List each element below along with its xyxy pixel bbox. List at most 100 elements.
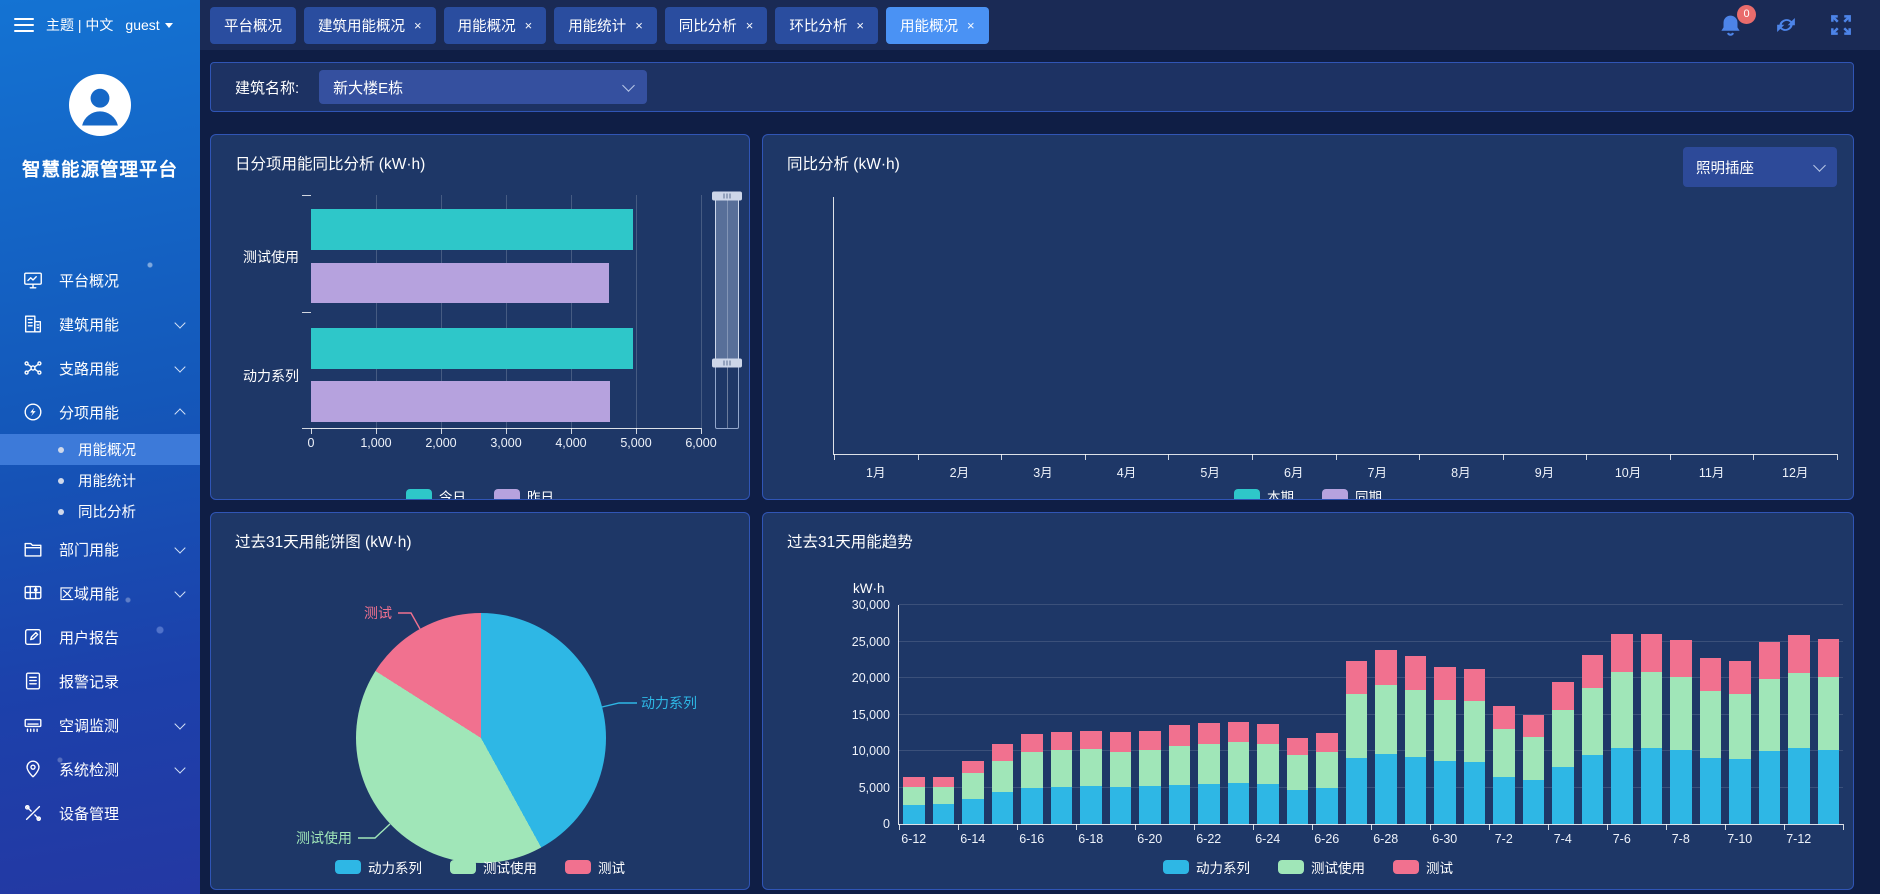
sidebar-item-部门用能[interactable]: 部门用能 — [0, 527, 200, 571]
trend-bar-25[interactable] — [1611, 605, 1633, 824]
user-menu[interactable]: guest — [125, 17, 172, 33]
category-select[interactable]: 照明插座 — [1683, 147, 1837, 187]
sidebar-item-用户报告[interactable]: 用户报告 — [0, 615, 200, 659]
x-axis-tick — [1503, 454, 1504, 460]
building-select[interactable]: 新大楼E栋 — [319, 70, 647, 104]
legend-item-测试使用[interactable]: 测试使用 — [1278, 857, 1365, 877]
trend-bar-7[interactable] — [1080, 605, 1102, 824]
tab-close-icon[interactable]: × — [525, 18, 533, 33]
tab-close-icon[interactable]: × — [414, 18, 422, 33]
datazoom-selection[interactable] — [715, 196, 739, 365]
avatar[interactable] — [69, 74, 131, 136]
legend-item-测试[interactable]: 测试 — [565, 857, 625, 877]
sidebar-item-系统检测[interactable]: 系统检测 — [0, 747, 200, 791]
legend-item-动力系列[interactable]: 动力系列 — [1163, 857, 1250, 877]
legend-item-昨日[interactable]: 昨日 — [494, 486, 554, 500]
trend-plot[interactable]: 05,00010,00015,00020,00025,00030,0006-12… — [898, 605, 1843, 825]
sidebar-item-报警记录[interactable]: 报警记录 — [0, 659, 200, 703]
trend-bar-23[interactable] — [1552, 605, 1574, 824]
legend-item-动力系列[interactable]: 动力系列 — [335, 857, 422, 877]
pie-chart[interactable] — [356, 613, 606, 863]
trend-bar-6[interactable] — [1051, 605, 1073, 824]
trend-bar-30[interactable] — [1759, 605, 1781, 824]
trend-segment-动力系列 — [1110, 787, 1132, 824]
daily-bar-昨日-动力系列[interactable] — [311, 381, 610, 422]
trend-bar-24[interactable] — [1582, 605, 1604, 824]
x-axis-tick-label: 7-10 — [1727, 832, 1752, 846]
trend-bar-2[interactable] — [933, 605, 955, 824]
trend-segment-动力系列 — [1582, 755, 1604, 824]
x-axis-tick — [1135, 824, 1136, 830]
sidebar-item-建筑用能[interactable]: 建筑用能 — [0, 302, 200, 346]
tab-6-环比分析[interactable]: 环比分析 × — [775, 7, 878, 44]
trend-bar-29[interactable] — [1729, 605, 1751, 824]
trend-bar-26[interactable] — [1641, 605, 1663, 824]
trend-bar-4[interactable] — [992, 605, 1014, 824]
sidebar-item-分项用能[interactable]: 分项用能 — [0, 390, 200, 434]
legend-item-同期[interactable]: 同期 — [1322, 486, 1382, 500]
notification-bell-icon[interactable]: 0 — [1717, 12, 1744, 39]
trend-bar-15[interactable] — [1316, 605, 1338, 824]
sidebar-subitem-用能概况[interactable]: 用能概况 — [0, 434, 200, 465]
tab-3-用能概况[interactable]: 用能概况× — [444, 7, 547, 44]
trend-bar-20[interactable] — [1464, 605, 1486, 824]
trend-bar-21[interactable] — [1493, 605, 1515, 824]
trend-bar-22[interactable] — [1523, 605, 1545, 824]
daily-bar-今日-动力系列[interactable] — [311, 328, 633, 369]
theme-language-switch[interactable]: 主题 | 中文 — [46, 15, 113, 35]
datazoom-handle-top[interactable] — [712, 192, 742, 201]
trend-bar-16[interactable] — [1346, 605, 1368, 824]
trend-bar-1[interactable] — [903, 605, 925, 824]
trend-bar-10[interactable] — [1169, 605, 1191, 824]
tab-label: 环比分析 — [789, 15, 847, 36]
legend-item-今日[interactable]: 今日 — [406, 486, 466, 500]
trend-bar-8[interactable] — [1110, 605, 1132, 824]
sidebar-item-设备管理[interactable]: 设备管理 — [0, 791, 200, 835]
sidebar-item-平台概况[interactable]: 平台概况 — [0, 258, 200, 302]
trend-bar-14[interactable] — [1287, 605, 1309, 824]
yoy-plot[interactable]: 1月2月3月4月5月6月7月8月9月10月11月12月 — [833, 197, 1837, 455]
trend-bar-5[interactable] — [1021, 605, 1043, 824]
trend-bar-3[interactable] — [962, 605, 984, 824]
datazoom-slider[interactable] — [715, 195, 739, 429]
panel-yoy-title: 同比分析 (kW·h) — [787, 152, 900, 174]
legend-item-测试使用[interactable]: 测试使用 — [450, 857, 537, 877]
trend-bar-11[interactable] — [1198, 605, 1220, 824]
datazoom-handle-bottom[interactable] — [712, 359, 742, 368]
tab-4-用能统计[interactable]: 用能统计× — [554, 7, 657, 44]
tab-2-建筑用能概况[interactable]: 建筑用能概况× — [304, 7, 436, 44]
sidebar-subitem-用能统计[interactable]: 用能统计 — [0, 465, 200, 496]
refresh-icon[interactable] — [1772, 11, 1800, 39]
tab-1-平台概况[interactable]: 平台概况 — [210, 7, 296, 44]
trend-bar-27[interactable] — [1670, 605, 1692, 824]
tab-close-icon[interactable]: × — [746, 18, 754, 33]
daily-bar-今日-测试使用[interactable] — [311, 209, 633, 250]
trend-bar-17[interactable] — [1375, 605, 1397, 824]
sidebar-item-支路用能[interactable]: 支路用能 — [0, 346, 200, 390]
trend-bar-19[interactable] — [1434, 605, 1456, 824]
tab-7-用能概况[interactable]: 用能概况× — [886, 7, 989, 44]
tab-close-icon[interactable]: × — [635, 18, 643, 33]
legend-item-本期[interactable]: 本期 — [1234, 486, 1294, 500]
trend-bar-28[interactable] — [1700, 605, 1722, 824]
trend-bar-31[interactable] — [1788, 605, 1810, 824]
gridline-vertical — [701, 195, 702, 428]
daily-bar-昨日-测试使用[interactable] — [311, 263, 609, 304]
sidebar-item-空调监测[interactable]: 空调监测 — [0, 703, 200, 747]
trend-bar-12[interactable] — [1228, 605, 1250, 824]
sidebar-item-label: 空调监测 — [59, 715, 119, 736]
trend-bar-32[interactable] — [1818, 605, 1840, 824]
x-axis-tick-label: 1,000 — [360, 436, 391, 450]
tab-close-icon[interactable]: × — [856, 18, 864, 33]
tab-5-同比分析[interactable]: 同比分析× — [665, 7, 768, 44]
legend-item-测试[interactable]: 测试 — [1393, 857, 1453, 877]
trend-bar-18[interactable] — [1405, 605, 1427, 824]
sidebar-subitem-同比分析[interactable]: 同比分析 — [0, 496, 200, 527]
sidebar-item-区域用能[interactable]: 区域用能 — [0, 571, 200, 615]
tab-close-icon[interactable]: × — [967, 18, 975, 33]
fullscreen-icon[interactable] — [1828, 12, 1854, 38]
hamburger-menu-icon[interactable] — [14, 18, 34, 32]
daily-plot[interactable]: 测试使用动力系列01,0002,0003,0004,0005,0006,000 — [311, 195, 701, 429]
trend-bar-9[interactable] — [1139, 605, 1161, 824]
trend-bar-13[interactable] — [1257, 605, 1279, 824]
